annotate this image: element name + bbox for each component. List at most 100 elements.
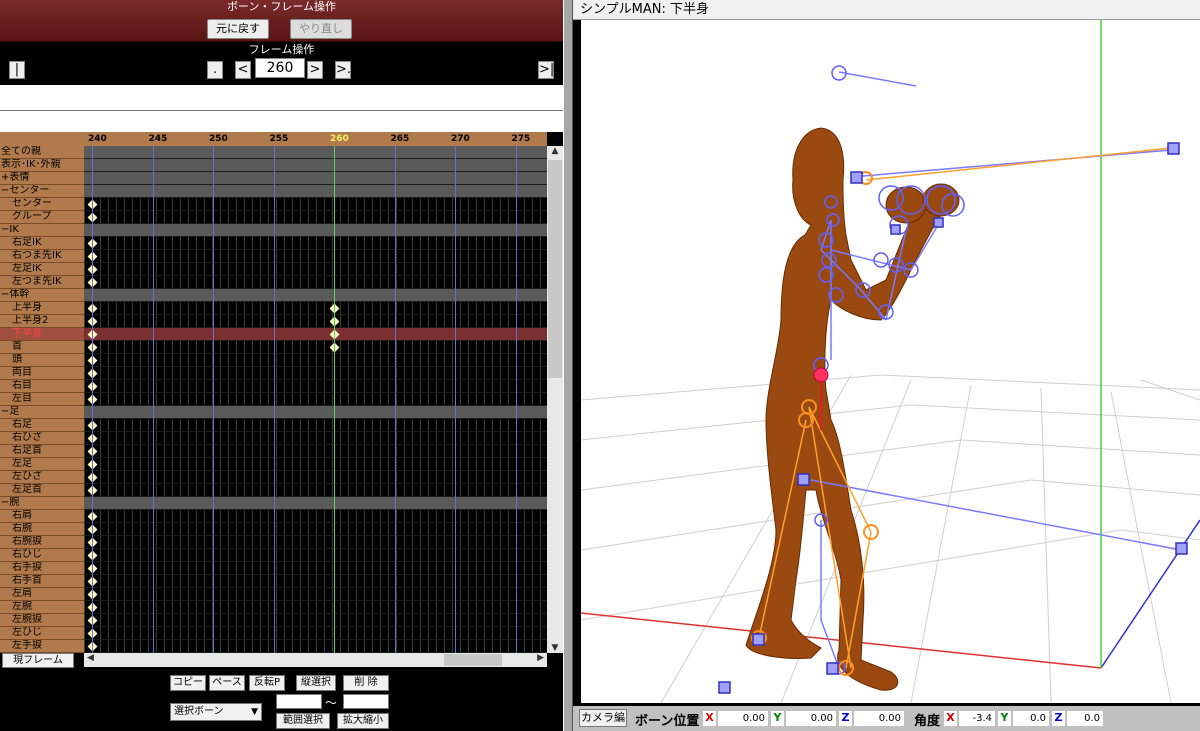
- bone-name-list: 全ての親 表示･IK･外親 +表情 −センター センター グループ −IK 右足IK 右つま先I…: [0, 146, 84, 653]
- bone-name-37[interactable]: 左ひじ: [0, 627, 84, 640]
- frame-guide-line: [152, 146, 154, 653]
- bone-name-3[interactable]: −センター: [0, 185, 84, 198]
- timeline-vscroll[interactable]: ▲ ▼: [547, 146, 563, 653]
- next-keyframe-button[interactable]: >.: [335, 61, 351, 79]
- frame-ops-title: フレーム操作: [248, 43, 315, 56]
- bone-name-27[interactable]: −腕: [0, 497, 84, 510]
- keyframe-grid[interactable]: [84, 146, 547, 653]
- bone-name-16[interactable]: 頭: [0, 354, 84, 367]
- bone-name-30[interactable]: 右腕捩: [0, 536, 84, 549]
- scroll-down-icon[interactable]: ▼: [547, 643, 563, 653]
- bone-name-14[interactable]: 下半身: [0, 328, 84, 341]
- ang-x-input[interactable]: -3.4: [959, 711, 995, 726]
- bone-name-8[interactable]: 右つま先IK: [0, 250, 84, 263]
- scroll-left-icon[interactable]: ◀: [87, 653, 94, 663]
- bone-name-5[interactable]: グループ: [0, 211, 84, 224]
- bone-name-38[interactable]: 左手捩: [0, 640, 84, 653]
- prev-frame-button[interactable]: <: [235, 61, 251, 79]
- bone-name-22[interactable]: 右ひざ: [0, 432, 84, 445]
- vertical-select-button[interactable]: 縦選択: [296, 675, 336, 691]
- pos-x-input[interactable]: 0.00: [718, 711, 768, 726]
- frame-guide-line: [455, 146, 456, 653]
- bone-name-15[interactable]: 首: [0, 341, 84, 354]
- pos-y-input[interactable]: 0.00: [786, 711, 836, 726]
- bone-name-2[interactable]: +表情: [0, 172, 84, 185]
- bone-name-24[interactable]: 左足: [0, 458, 84, 471]
- bone-name-17[interactable]: 両目: [0, 367, 84, 380]
- first-frame-button[interactable]: |<: [9, 61, 25, 93]
- bone-name-18[interactable]: 右目: [0, 380, 84, 393]
- prev-keyframe-button[interactable]: .<: [207, 61, 223, 93]
- hscroll-thumb[interactable]: [444, 654, 502, 666]
- ruler-tick: 240: [88, 134, 107, 144]
- bone-name-29[interactable]: 右腕: [0, 523, 84, 536]
- bone-name-28[interactable]: 右肩: [0, 510, 84, 523]
- bone-name-12[interactable]: 上半身: [0, 302, 84, 315]
- scroll-up-icon[interactable]: ▲: [547, 146, 563, 156]
- model-select-area[interactable]: [0, 85, 563, 110]
- bone-name-4[interactable]: センター: [0, 198, 84, 211]
- undo-button[interactable]: 元に戻す: [207, 19, 269, 39]
- timeline-hscroll[interactable]: ◀ ▶: [84, 653, 547, 667]
- floor-grid: [581, 374, 1200, 703]
- next-frame-button[interactable]: >: [307, 61, 323, 79]
- range-separator: 〜: [325, 696, 338, 710]
- range-start-input[interactable]: [276, 694, 322, 709]
- bone-name-32[interactable]: 右手捩: [0, 562, 84, 575]
- redo-button[interactable]: やり直し: [290, 19, 352, 39]
- bone-name-25[interactable]: 左ひざ: [0, 471, 84, 484]
- scroll-right-icon[interactable]: ▶: [537, 653, 544, 663]
- bone-name-0[interactable]: 全ての親: [0, 146, 84, 159]
- ang-z-input[interactable]: 0.0: [1067, 711, 1103, 726]
- bone-name-20[interactable]: −足: [0, 406, 84, 419]
- pos-x-label: X: [703, 711, 716, 726]
- pos-z-label: Z: [839, 711, 852, 726]
- bone-name-35[interactable]: 左腕: [0, 601, 84, 614]
- bone-name-36[interactable]: 左腕捩: [0, 614, 84, 627]
- ang-y-input[interactable]: 0.0: [1013, 711, 1049, 726]
- copy-button[interactable]: コピー: [170, 675, 206, 691]
- bone-name-1[interactable]: 表示･IK･外親: [0, 159, 84, 172]
- camera-edit-button[interactable]: カメラ編: [579, 709, 627, 727]
- viewport-title: シンプルMAN: 下半身: [573, 0, 1200, 20]
- last-frame-button[interactable]: >|: [538, 61, 554, 79]
- left-panel: ボーン・フレーム操作 元に戻す やり直し フレーム操作 |< .< < 260 …: [0, 0, 563, 731]
- bone-name-31[interactable]: 右ひじ: [0, 549, 84, 562]
- bone-name-10[interactable]: 左つま先IK: [0, 276, 84, 289]
- bone-name-13[interactable]: 上半身2: [0, 315, 84, 328]
- bone-name-23[interactable]: 右足首: [0, 445, 84, 458]
- bone-name-19[interactable]: 左目: [0, 393, 84, 406]
- bone-name-21[interactable]: 右足: [0, 419, 84, 432]
- bone-name-6[interactable]: −IK: [0, 224, 84, 237]
- bone-name-7[interactable]: 右足IK: [0, 237, 84, 250]
- chevron-down-icon: ▼: [251, 707, 258, 717]
- bone-name-11[interactable]: −体幹: [0, 289, 84, 302]
- status-bar: カメラ編 ボーン位置 X 0.00 Y 0.00 Z 0.00 角度 X -3.…: [573, 706, 1200, 731]
- bone-name-33[interactable]: 右手首: [0, 575, 84, 588]
- delete-button[interactable]: 削 除: [343, 675, 389, 691]
- ruler-tick: 265: [390, 134, 410, 144]
- select-bone-dropdown[interactable]: 選択ボーン ▼: [170, 703, 262, 721]
- bone-name-26[interactable]: 左足首: [0, 484, 84, 497]
- frame-ruler[interactable]: 240 245 250 255 260 265 270 275: [84, 132, 547, 146]
- frame-guide-line: [213, 146, 214, 653]
- current-frame-input[interactable]: 260: [255, 58, 305, 78]
- ang-x-label: X: [944, 711, 957, 726]
- 3d-viewport[interactable]: [581, 20, 1200, 703]
- range-end-input[interactable]: [343, 694, 389, 709]
- bone-name-9[interactable]: 左足IK: [0, 263, 84, 276]
- range-select-button[interactable]: 範囲選択: [276, 713, 330, 729]
- vscroll-thumb[interactable]: [548, 160, 562, 378]
- bone-name-34[interactable]: 左肩: [0, 588, 84, 601]
- select-bone-dropdown-label: 選択ボーン: [174, 706, 224, 717]
- ruler-tick: 260: [330, 134, 349, 144]
- zoom-button[interactable]: 拡大縮小: [337, 713, 389, 729]
- panel-splitter[interactable]: [563, 0, 573, 731]
- paste-button[interactable]: ペースト: [209, 675, 245, 702]
- pos-z-input[interactable]: 0.00: [854, 711, 904, 726]
- ruler-tick: 255: [269, 134, 289, 144]
- flip-paste-button[interactable]: 反転P: [249, 675, 285, 691]
- frame-guide-line: [334, 146, 335, 653]
- selected-bone-joint[interactable]: [813, 367, 829, 383]
- current-frame-button[interactable]: 現フレーム: [2, 653, 74, 668]
